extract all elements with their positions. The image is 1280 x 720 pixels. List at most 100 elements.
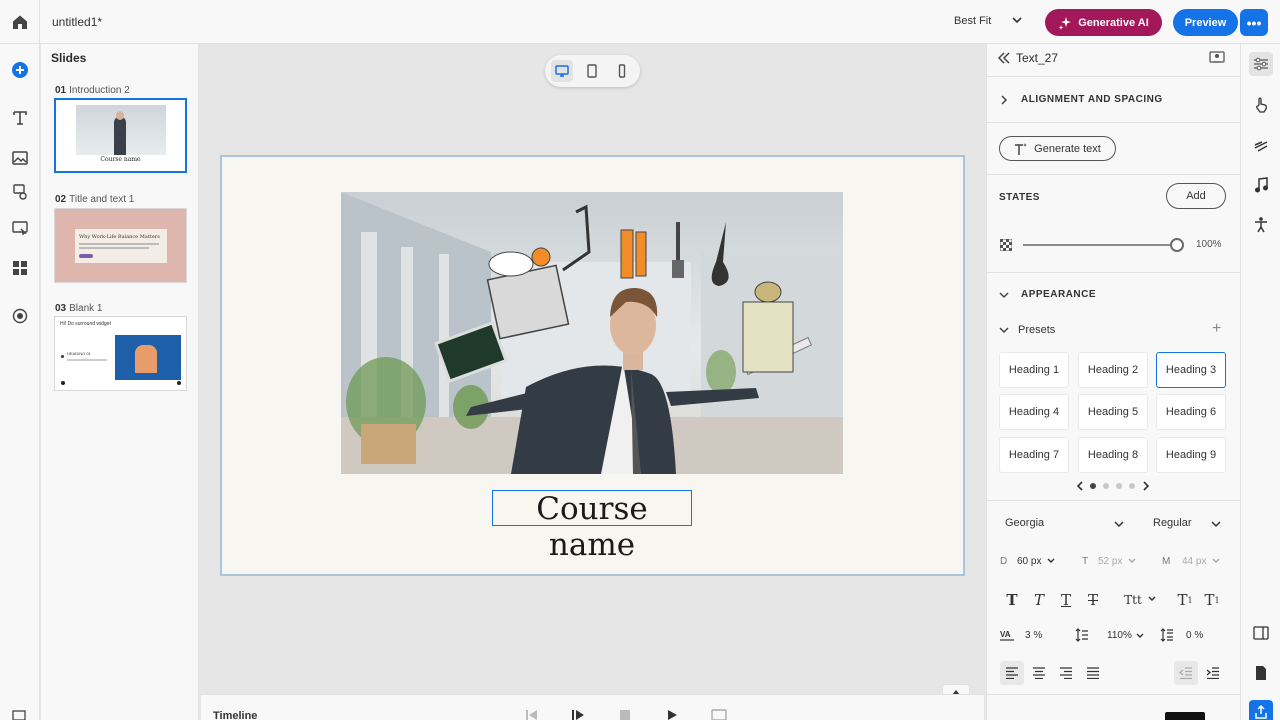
- zoom-select[interactable]: Best Fit: [954, 15, 991, 27]
- opacity-value[interactable]: 100%: [1196, 239, 1222, 250]
- subscript-button[interactable]: T1: [1201, 589, 1223, 611]
- bold-button[interactable]: T: [1001, 589, 1023, 611]
- document-title[interactable]: untitled1*: [52, 15, 102, 29]
- pager-dot[interactable]: [1116, 483, 1122, 489]
- animations-tab-button[interactable]: [1249, 133, 1273, 157]
- share-button[interactable]: [1249, 700, 1273, 720]
- accessibility-preview-icon[interactable]: [1209, 50, 1225, 66]
- chevron-right-icon[interactable]: [998, 94, 1010, 106]
- pager-dot[interactable]: [1129, 483, 1135, 489]
- appearance-header[interactable]: APPEARANCE: [1021, 289, 1096, 300]
- decrease-indent-button[interactable]: [1174, 661, 1198, 685]
- preset-heading-5[interactable]: Heading 5: [1078, 394, 1148, 430]
- preset-heading-3[interactable]: Heading 3: [1156, 352, 1226, 388]
- skip-back-button[interactable]: [523, 708, 541, 720]
- align-left-button[interactable]: [1000, 661, 1024, 685]
- slide-thumbnail-1[interactable]: Course name: [54, 98, 187, 173]
- slide-image[interactable]: [341, 192, 843, 474]
- mobile-view-button[interactable]: [611, 60, 633, 82]
- opacity-slider-handle[interactable]: [1170, 238, 1184, 252]
- increase-indent-button[interactable]: [1201, 661, 1225, 685]
- preset-heading-4[interactable]: Heading 4: [999, 394, 1069, 430]
- slide-label-2[interactable]: 02 Title and text 1: [55, 194, 134, 205]
- pager-dot[interactable]: [1090, 483, 1096, 489]
- presets-label[interactable]: Presets: [1018, 324, 1055, 336]
- blocks-tool-button[interactable]: [8, 256, 32, 280]
- preset-heading-8[interactable]: Heading 8: [1078, 437, 1148, 473]
- italic-button[interactable]: T: [1028, 589, 1050, 611]
- preset-heading-6[interactable]: Heading 6: [1156, 394, 1226, 430]
- chevron-down-icon[interactable]: [998, 289, 1010, 301]
- slide-thumbnail-2[interactable]: Why Work-Life Balance Matters: [54, 208, 187, 283]
- chevron-down-icon[interactable]: [1127, 556, 1137, 566]
- course-name-textbox[interactable]: Course name: [492, 490, 692, 563]
- chevron-down-icon[interactable]: [1211, 556, 1221, 566]
- tablet-font-size[interactable]: 52 px: [1098, 556, 1122, 567]
- captions-button[interactable]: [710, 708, 728, 720]
- pager-dot[interactable]: [1103, 483, 1109, 489]
- plus-circle-icon: [12, 62, 28, 78]
- generative-ai-button[interactable]: Generative AI: [1045, 9, 1162, 36]
- add-preset-button[interactable]: +: [1212, 321, 1221, 337]
- letter-spacing-value[interactable]: 3 %: [1025, 630, 1042, 641]
- preview-button[interactable]: Preview: [1173, 9, 1238, 36]
- slide-thumbnail-3[interactable]: Hi! Do surround widget HEADING 01: [54, 316, 187, 391]
- paragraph-spacing-value[interactable]: 0 %: [1186, 630, 1203, 641]
- interactions-tab-button[interactable]: [1249, 93, 1273, 117]
- font-weight-select[interactable]: Regular: [1153, 517, 1192, 529]
- justify-button[interactable]: [1081, 661, 1105, 685]
- animation-icon: [1254, 141, 1268, 152]
- stop-button[interactable]: [616, 708, 634, 720]
- preset-heading-9[interactable]: Heading 9: [1156, 437, 1226, 473]
- text-tool-button[interactable]: [8, 106, 32, 130]
- slide-properties-button[interactable]: [1249, 621, 1273, 645]
- accessibility-tab-button[interactable]: [1249, 213, 1273, 237]
- record-tool-button[interactable]: [8, 304, 32, 328]
- mobile-font-size[interactable]: 44 px: [1182, 556, 1206, 567]
- slide-label-3[interactable]: 03 Blank 1: [55, 303, 102, 314]
- widgets-tool-button[interactable]: [8, 216, 32, 240]
- alignment-spacing-header[interactable]: ALIGNMENT AND SPACING: [1021, 94, 1163, 105]
- timeline-label: Timeline: [213, 710, 258, 720]
- chevron-down-icon[interactable]: [1147, 594, 1157, 604]
- preset-heading-1[interactable]: Heading 1: [999, 352, 1069, 388]
- chevron-down-icon[interactable]: [998, 324, 1010, 336]
- more-options-button[interactable]: •••: [1240, 9, 1268, 36]
- chevron-down-icon[interactable]: [1010, 13, 1024, 27]
- add-state-button[interactable]: Add: [1166, 183, 1226, 209]
- tablet-view-button[interactable]: [581, 60, 603, 82]
- strikethrough-button[interactable]: T: [1082, 589, 1104, 611]
- color-swatch[interactable]: [1165, 712, 1205, 720]
- slide-label-1[interactable]: 01 Introduction 2: [55, 85, 130, 96]
- bottom-rail-button[interactable]: [12, 708, 28, 720]
- collapse-panel-icon[interactable]: [997, 51, 1011, 65]
- document-button[interactable]: [1249, 661, 1273, 685]
- step-button[interactable]: [569, 708, 587, 720]
- audio-tab-button[interactable]: [1249, 173, 1273, 197]
- chevron-down-icon[interactable]: [1135, 631, 1145, 641]
- chevron-down-icon[interactable]: [1210, 518, 1222, 530]
- properties-tab-button[interactable]: [1249, 52, 1273, 76]
- opacity-slider-track[interactable]: [1023, 244, 1176, 246]
- chevron-left-icon[interactable]: [1076, 480, 1084, 492]
- font-family-select[interactable]: Georgia: [1005, 517, 1044, 529]
- generate-text-button[interactable]: Generate text: [999, 136, 1116, 161]
- line-height-value[interactable]: 110%: [1107, 630, 1132, 641]
- play-button[interactable]: [663, 708, 681, 720]
- superscript-button[interactable]: T1: [1174, 589, 1196, 611]
- media-tool-button[interactable]: [8, 146, 32, 170]
- text-case-button[interactable]: Ttt: [1120, 589, 1146, 611]
- chevron-right-icon[interactable]: [1142, 480, 1150, 492]
- desktop-view-button[interactable]: [551, 60, 573, 82]
- align-right-button[interactable]: [1054, 661, 1078, 685]
- chevron-down-icon[interactable]: [1113, 518, 1125, 530]
- add-slide-button[interactable]: [8, 58, 32, 82]
- preset-heading-2[interactable]: Heading 2: [1078, 352, 1148, 388]
- home-button[interactable]: [0, 0, 40, 44]
- align-center-button[interactable]: [1027, 661, 1051, 685]
- underline-button[interactable]: T: [1055, 589, 1077, 611]
- preset-heading-7[interactable]: Heading 7: [999, 437, 1069, 473]
- interactions-tool-button[interactable]: [8, 180, 32, 204]
- chevron-down-icon[interactable]: [1046, 556, 1056, 566]
- desktop-font-size[interactable]: 60 px: [1017, 556, 1041, 567]
